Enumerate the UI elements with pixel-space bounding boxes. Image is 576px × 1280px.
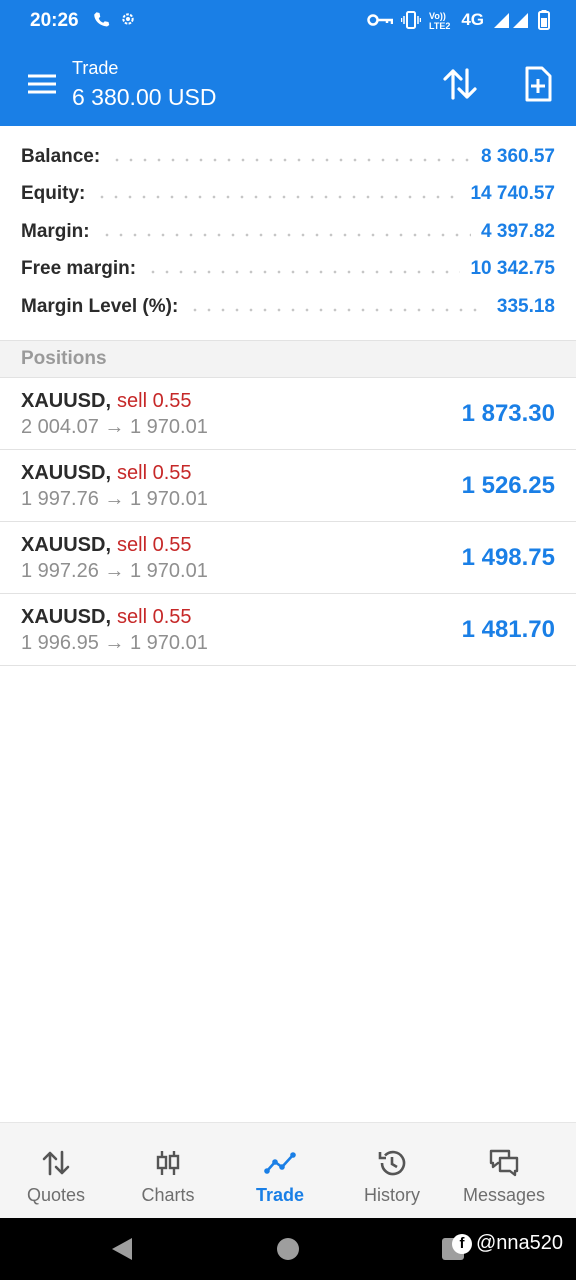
quotes-icon [42, 1150, 70, 1176]
new-order-icon [525, 66, 552, 102]
menu-icon [28, 74, 56, 94]
position-prices: 1 997.76 → 1 970.01 [21, 488, 208, 510]
back-icon[interactable] [110, 1236, 134, 1262]
position-profit: 1 526.25 [461, 472, 555, 499]
facebook-icon: f [452, 1233, 472, 1254]
network-type: 4G [461, 10, 484, 29]
summary-label: Balance: [21, 145, 101, 167]
volte-icon: Vo))LTE2 [429, 11, 450, 30]
positions-list: XAUUSD, sell 0.55 2 004.07 → 1 970.01 1 … [0, 378, 576, 666]
settings-icon [122, 13, 134, 25]
messages-icon [489, 1149, 519, 1177]
position-prices: 1 997.26 → 1 970.01 [21, 560, 208, 582]
battery-icon [538, 10, 550, 30]
position-type: sell 0.55 [117, 606, 192, 628]
dotted-leader [188, 307, 487, 312]
app-header: 20:26 Vo)) LTE2 4G Trade 6 380.00 USD [0, 0, 576, 126]
app-bar: Trade 6 380.00 USD [0, 42, 576, 126]
summary-label: Free margin: [21, 258, 137, 280]
charts-icon [156, 1151, 180, 1175]
summary-row-margin-level: Margin Level (%): 335.18 [0, 288, 576, 326]
position-profit: 1 873.30 [461, 400, 555, 427]
summary-row-margin: Margin: 4 397.82 [0, 213, 576, 251]
dotted-leader [110, 157, 472, 162]
account-summary: Balance: 8 360.57 Equity: 14 740.57 Marg… [0, 138, 576, 326]
status-right-icons: Vo)) LTE2 4G [367, 10, 550, 30]
dotted-leader [99, 232, 472, 237]
menu-button[interactable] [22, 68, 62, 100]
page-title: Trade [72, 58, 119, 78]
position-profit: 1 481.70 [461, 616, 555, 643]
summary-row-equity: Equity: 14 740.57 [0, 176, 576, 214]
nav-history[interactable]: History [336, 1123, 448, 1219]
summary-row-free-margin: Free margin: 10 342.75 [0, 251, 576, 289]
nav-quotes[interactable]: Quotes [0, 1123, 112, 1219]
summary-value: 8 360.57 [481, 145, 555, 167]
summary-row-balance: Balance: 8 360.57 [0, 138, 576, 176]
summary-value: 14 740.57 [470, 183, 555, 205]
nav-trade[interactable]: Trade [224, 1123, 336, 1219]
key-icon [367, 14, 394, 26]
position-symbol: XAUUSD, [21, 606, 112, 628]
position-row[interactable]: XAUUSD, sell 0.55 1 997.26 → 1 970.01 1 … [0, 522, 576, 594]
app-root: 20:26 Vo)) LTE2 4G Trade 6 380.00 USD Ba… [0, 0, 576, 1280]
title-block: Trade 6 380.00 USD [72, 56, 216, 114]
status-time: 20:26 [30, 10, 79, 31]
summary-label: Margin Level (%): [21, 295, 179, 317]
position-type: sell 0.55 [117, 534, 192, 556]
trade-icon [264, 1152, 296, 1174]
position-symbol: XAUUSD, [21, 534, 112, 556]
position-prices: 1 996.95 → 1 970.01 [21, 632, 208, 654]
system-navigation-bar: f @nna520 [0, 1218, 576, 1280]
summary-label: Margin: [21, 220, 90, 242]
new-order-button[interactable] [518, 64, 558, 104]
summary-value: 335.18 [496, 295, 555, 317]
status-bar: 20:26 Vo)) LTE2 4G [0, 0, 576, 42]
nav-charts[interactable]: Charts [112, 1123, 224, 1219]
svg-text:LTE2: LTE2 [429, 21, 450, 30]
call-icon [94, 12, 110, 27]
summary-value: 4 397.82 [481, 220, 555, 242]
account-balance: 6 380.00 USD [72, 84, 217, 110]
dotted-leader [146, 270, 461, 275]
position-row[interactable]: XAUUSD, sell 0.55 1 997.76 → 1 970.01 1 … [0, 450, 576, 522]
nav-label: Messages [462, 1185, 546, 1205]
nav-label: History [363, 1185, 420, 1205]
nav-label: Trade [255, 1185, 305, 1205]
position-prices: 2 004.07 → 1 970.01 [21, 416, 208, 438]
bottom-navigation: Quotes Charts Trade History Messages [0, 1122, 576, 1218]
signal-icon [494, 13, 528, 28]
sort-icon [443, 68, 477, 100]
summary-value: 10 342.75 [470, 258, 555, 280]
position-profit: 1 498.75 [461, 544, 555, 571]
status-left-icons [92, 10, 136, 28]
nav-messages[interactable]: Messages [448, 1123, 560, 1219]
nav-label: Charts [141, 1185, 195, 1205]
position-row[interactable]: XAUUSD, sell 0.55 2 004.07 → 1 970.01 1 … [0, 378, 576, 450]
position-type: sell 0.55 [117, 462, 192, 484]
position-symbol: XAUUSD, [21, 462, 112, 484]
watermark-text: @nna520 [476, 1232, 564, 1254]
positions-section-header: Positions [0, 340, 576, 378]
vibrate-icon [401, 11, 422, 29]
summary-label: Equity: [21, 183, 86, 205]
position-type: sell 0.55 [117, 390, 192, 412]
history-icon [378, 1150, 406, 1176]
home-button[interactable] [277, 1238, 299, 1260]
position-row[interactable]: XAUUSD, sell 0.55 1 996.95 → 1 970.01 1 … [0, 594, 576, 666]
svg-text:Vo)): Vo)) [429, 11, 446, 21]
dotted-leader [95, 195, 461, 200]
position-symbol: XAUUSD, [21, 390, 112, 412]
watermark: f @nna520 [452, 1232, 563, 1255]
sort-button[interactable] [440, 64, 480, 104]
nav-label: Quotes [26, 1185, 86, 1205]
